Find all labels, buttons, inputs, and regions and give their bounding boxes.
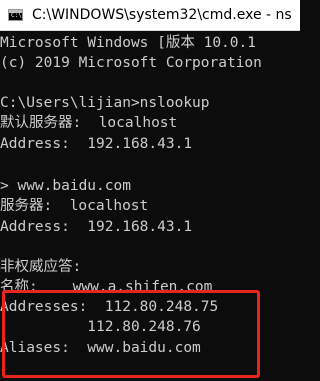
console-line: (c) 2019 Microsoft Corporation — [0, 55, 262, 71]
console-line: Address: 192.168.43.1 — [0, 136, 193, 152]
console-line: 非权威应答: — [0, 259, 82, 275]
console-line: Address: 192.168.43.1 — [0, 219, 193, 235]
console-line: C:\Users\lijian>nslookup — [0, 95, 210, 111]
title-bar[interactable]: C:\ C:\WINDOWS\system32\cmd.exe - ns — [0, 0, 300, 31]
annotation-highlight-box — [2, 290, 260, 378]
console-line: Microsoft Windows [版本 10.0.1 — [0, 35, 256, 51]
cmd-window: C:\ C:\WINDOWS\system32\cmd.exe - ns Mic… — [0, 0, 300, 381]
console-line: 服务器: localhost — [0, 198, 149, 214]
cmd-console-icon[interactable]: C:\ — [8, 9, 23, 21]
console-line: 默认服务器: localhost — [0, 115, 178, 131]
console-line: > www.baidu.com — [0, 178, 131, 194]
window-title: C:\WINDOWS\system32\cmd.exe - ns — [32, 7, 292, 23]
